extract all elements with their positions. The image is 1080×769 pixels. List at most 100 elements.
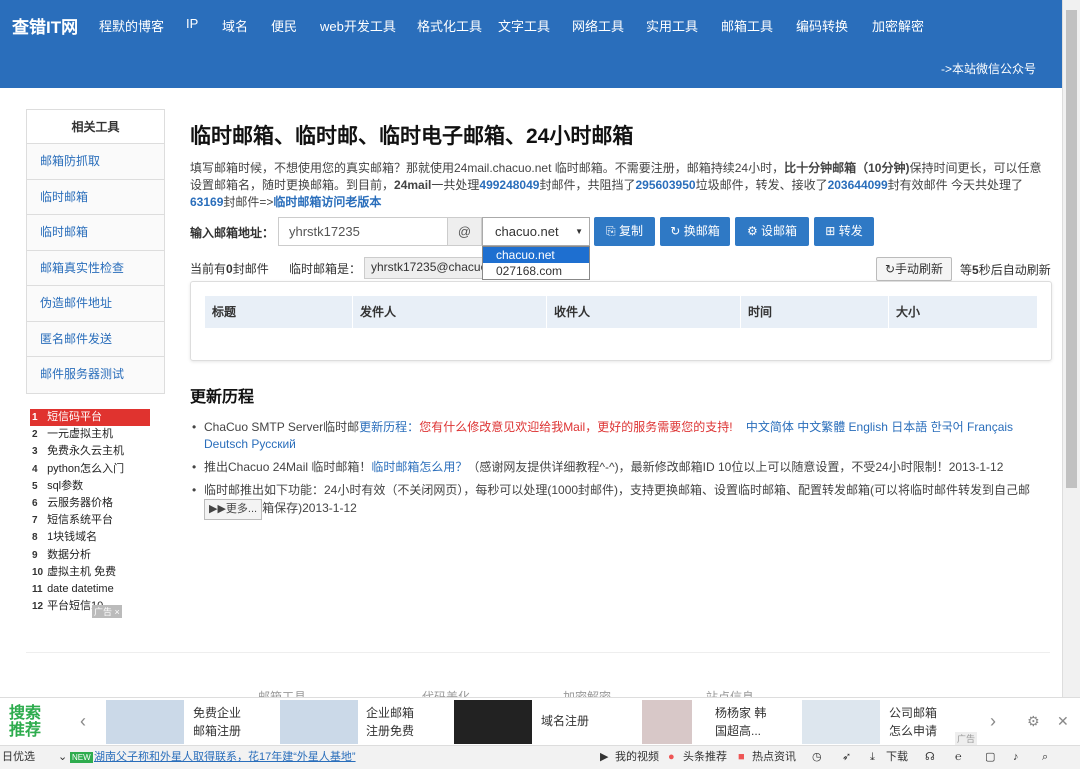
intro-text: 填写邮箱时候，不想使用您的真实邮箱？那就使用24mail.chacuo.net … [190, 161, 1042, 209]
sidebar-item-temp-mail-2[interactable]: 临时邮箱 [27, 215, 164, 251]
wechat-link[interactable]: ->本站微信公众号 [941, 60, 1036, 77]
nav-item-network[interactable]: 网络工具 [572, 16, 646, 35]
sidebar-item-temp-mail[interactable]: 临时邮箱 [27, 179, 164, 215]
at-sign: @ [447, 217, 482, 246]
sidebar-item-server-test[interactable]: 邮件服务器测试 [27, 357, 164, 393]
download-icon[interactable]: ⤓ [870, 746, 875, 769]
ad-item[interactable]: 域名注册 [541, 712, 589, 730]
my-video-link[interactable]: 我的视频 [615, 746, 659, 769]
mail-name-input[interactable]: yhrstk17235 [278, 217, 448, 246]
nav-item-blog[interactable]: 程默的博客 [99, 16, 186, 35]
ad-label: 广告 [955, 732, 978, 745]
scrollbar-thumb[interactable] [1066, 10, 1077, 488]
nav-item-mail[interactable]: 邮箱工具 [721, 16, 796, 35]
nav-item-domain[interactable]: 域名 [222, 16, 271, 35]
sidebar-item-anonymous[interactable]: 匿名邮件发送 [27, 321, 164, 357]
forward-button[interactable]: ⊞ 转发 [814, 217, 874, 246]
list-item[interactable]: 3 免费永久云主机 [30, 443, 150, 460]
list-item[interactable]: 1 短信码平台 [30, 409, 150, 427]
top-header: 查错IT网 程默的博客 IP 域名 便民 web开发工具 格式化工具 文字工具 … [0, 0, 1062, 88]
nav-item-format[interactable]: 格式化工具 [417, 16, 498, 35]
list-item[interactable]: 7 短信系统平台 [30, 512, 150, 529]
close-icon[interactable]: ✕ [1057, 713, 1069, 730]
old-version-link[interactable]: 临时邮箱访问老版本 [273, 195, 381, 209]
ad-thumbnail[interactable] [454, 700, 532, 744]
manual-refresh-button[interactable]: ↻手动刷新 [876, 257, 952, 281]
change-mail-button[interactable]: ↻ 换邮箱 [660, 217, 730, 246]
list-item[interactable]: 5 sql参数 [30, 478, 150, 495]
nav-item-ip[interactable]: IP [186, 16, 222, 35]
list-item[interactable]: 2 一元虚拟主机 [30, 426, 150, 443]
main-nav: 程默的博客 IP 域名 便民 web开发工具 格式化工具 文字工具 网络工具 实… [99, 16, 932, 35]
hot-search-list: 1 短信码平台 2 一元虚拟主机 3 免费永久云主机 4 python怎么入门 … [30, 409, 150, 615]
current-mail-display[interactable]: yhrstk17235@chacuo.net [364, 257, 492, 279]
nav-item-encoding[interactable]: 编码转换 [796, 16, 872, 35]
mail-count: 当前有0封邮件 [190, 262, 269, 276]
new-badge: NEW [70, 752, 93, 763]
list-item[interactable]: 9 数据分析 [30, 547, 150, 564]
more-button[interactable]: ▶▶更多... [204, 499, 263, 520]
clock-icon[interactable]: ◷ [812, 746, 822, 769]
nav-item-crypto[interactable]: 加密解密 [872, 16, 932, 35]
sidebar-item-forge[interactable]: 伪造邮件地址 [27, 286, 164, 322]
status-daily-pick[interactable]: 日优选 [2, 746, 35, 769]
ad-thumbnail[interactable] [106, 700, 184, 744]
table-header: 标题 发件人 收件人 时间 大小 [205, 296, 1037, 328]
news-icon: ■ [738, 751, 745, 763]
plus-icon: ⊞ [825, 224, 836, 238]
ad-item[interactable]: 杨杨家 韩国超高... [715, 704, 766, 740]
mail-address-label: 输入邮箱地址： [190, 226, 275, 240]
nav-item-convenience[interactable]: 便民 [271, 16, 320, 35]
browser-status-bar: 日优选 ⌄ NEW 湖南父子称和外星人取得联系，花17年建“外星人基地” ▶ 我… [0, 745, 1080, 769]
sidebar-item-anti-scrape[interactable]: 邮箱防抓取 [27, 144, 164, 180]
nav-item-webdev[interactable]: web开发工具 [320, 16, 417, 35]
list-item[interactable]: 6 云服务器价格 [30, 495, 150, 512]
list-item[interactable]: 4 python怎么入门 [30, 461, 150, 478]
ad-bar: 搜索 推荐 ‹ 免费企业 邮箱注册 企业邮箱 注册免费 域名注册 杨杨家 韩国超高..… [0, 697, 1080, 745]
domain-option[interactable]: chacuo.net [483, 247, 589, 263]
chevron-right-icon[interactable]: › [990, 711, 996, 732]
search-icon[interactable]: ⌕ [1042, 746, 1048, 769]
auto-refresh-text: 等5秒后自动刷新 [960, 263, 1051, 277]
nav-item-text[interactable]: 文字工具 [498, 16, 572, 35]
download-link[interactable]: 下载 [886, 746, 908, 769]
nav-item-utility[interactable]: 实用工具 [646, 16, 721, 35]
ad-close-tag[interactable]: 广告 × [92, 605, 122, 618]
ad-item[interactable]: 企业邮箱 注册免费 [366, 704, 414, 740]
list-item[interactable]: 11 date datetime [30, 581, 150, 598]
headset-icon[interactable]: ☊ [925, 746, 935, 769]
chevron-down-icon[interactable]: ⌄ [58, 746, 67, 769]
history-item: 临时邮推出如下功能：24小时有效（不关闭网页），每秒可以处理(1000封邮件)，… [190, 482, 1052, 520]
ad-thumbnail[interactable] [642, 700, 692, 744]
copy-button[interactable]: ⎘ 复制 [594, 217, 655, 246]
chevron-down-icon: ▼ [575, 227, 583, 236]
ad-thumbnail[interactable] [280, 700, 358, 744]
refresh-icon: ↻ [670, 224, 681, 238]
history-title: 更新历程 [190, 389, 255, 406]
list-item[interactable]: 10 虚拟主机 免费 [30, 564, 150, 581]
window-icon[interactable]: ▢ [985, 746, 995, 769]
list-item[interactable]: 8 1块钱域名 [30, 529, 150, 546]
ie-icon[interactable]: ℮ [955, 746, 962, 769]
howto-link[interactable]: 临时邮箱怎么用？ [371, 460, 467, 474]
arrow-icon[interactable]: ➶ [842, 746, 851, 769]
domain-option[interactable]: 027168.com [483, 263, 589, 279]
gear-icon[interactable]: ⚙ [1027, 713, 1040, 730]
list-item[interactable]: 12 平台短信10 [30, 598, 150, 615]
ad-thumbnail[interactable] [802, 700, 880, 744]
site-logo[interactable]: 查错IT网 [12, 13, 78, 38]
col-size: 大小 [896, 305, 921, 319]
ad-item[interactable]: 免费企业 邮箱注册 [193, 704, 241, 740]
domain-select[interactable]: chacuo.net ▼ [482, 217, 590, 246]
sidebar-item-verify[interactable]: 邮箱真实性检查 [27, 250, 164, 286]
col-recipient: 收件人 [547, 296, 741, 328]
page-scrollbar[interactable] [1062, 0, 1080, 745]
news-ticker[interactable]: 湖南父子称和外星人取得联系，花17年建“外星人基地” [94, 746, 356, 769]
speaker-icon[interactable]: ♪ [1013, 746, 1019, 769]
set-mail-button[interactable]: ⚙ 设邮箱 [735, 217, 809, 246]
toutiao-link[interactable]: 头条推荐 [683, 746, 727, 769]
ad-item[interactable]: 公司邮箱 怎么申请 [889, 704, 937, 740]
related-tools-sidebar: 相关工具 邮箱防抓取 临时邮箱 临时邮箱 邮箱真实性检查 伪造邮件地址 匿名邮件… [26, 109, 165, 394]
hot-news-link[interactable]: 热点资讯 [752, 746, 796, 769]
chevron-left-icon[interactable]: ‹ [80, 711, 86, 732]
